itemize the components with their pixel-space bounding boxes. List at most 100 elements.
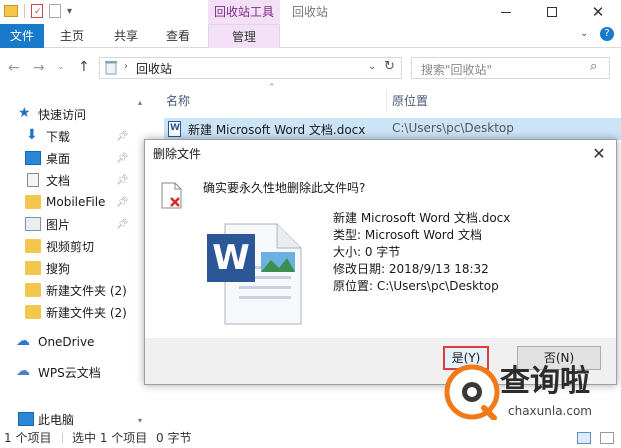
column-divider[interactable]	[386, 90, 387, 112]
customize-toolbar-icon[interactable]: ▾	[67, 6, 72, 17]
document-icon	[27, 173, 39, 187]
sidebar-item-label: 文档	[46, 173, 71, 188]
sidebar-item-label: 快速访问	[38, 107, 87, 122]
svg-text:W: W	[212, 238, 250, 278]
search-input[interactable]: 搜索"回收站" ⌕	[411, 57, 610, 79]
star-icon: ★	[18, 105, 31, 121]
toolbar-divider	[24, 4, 25, 18]
tab-share[interactable]: 共享	[106, 24, 146, 48]
word-document-large-icon: W	[205, 216, 303, 326]
sidebar-item-onedrive[interactable]: ☁ OneDrive	[0, 331, 146, 353]
sidebar-item-this-pc[interactable]: 此电脑	[0, 408, 146, 430]
dialog-question: 确实要永久性地删除此文件吗?	[203, 181, 366, 195]
picture-icon	[25, 217, 41, 231]
table-row[interactable]: W 新建 Microsoft Word 文档.docx C:\Users\pc\…	[164, 118, 621, 140]
chevron-right-icon: ›	[124, 61, 128, 72]
sidebar-item-desktop[interactable]: 桌面 📌︎	[0, 147, 146, 169]
tab-view[interactable]: 查看	[158, 24, 198, 48]
window-title: 回收站	[292, 5, 329, 19]
expand-ribbon-icon[interactable]: ⌄	[580, 28, 588, 39]
sidebar-item-quick-access[interactable]: ★ 快速访问	[0, 103, 146, 125]
forward-icon[interactable]: →	[33, 60, 45, 76]
up-icon[interactable]: ↑	[78, 59, 90, 75]
recent-locations-icon[interactable]: ⌄	[57, 62, 65, 72]
search-icon[interactable]: ⌕	[590, 59, 597, 74]
sidebar-item-label: 下载	[46, 129, 71, 144]
address-bar[interactable]: › 回收站 ⌄ ↻	[99, 57, 402, 79]
quick-access-toolbar: ✓ ▾	[4, 4, 72, 18]
properties-icon[interactable]: ✓	[31, 4, 43, 18]
dialog-file-modified: 修改日期: 2018/9/13 18:32	[333, 262, 489, 276]
sidebar-item-label: 新建文件夹 (2)	[46, 305, 127, 320]
scroll-up-icon[interactable]: ▴	[138, 98, 142, 107]
watermark-logo-icon	[444, 364, 500, 421]
dialog-close-button[interactable]: ✕	[586, 140, 612, 168]
wps-cloud-icon: ☁	[16, 363, 30, 379]
sidebar-item-label: 图片	[46, 217, 71, 232]
back-icon[interactable]: ←	[8, 60, 20, 76]
address-path: 回收站	[136, 62, 173, 76]
watermark: 查询啦 chaxunla.com	[436, 360, 616, 440]
sidebar-item-label: MobileFile	[46, 195, 106, 209]
tab-home[interactable]: 主页	[52, 24, 92, 48]
dialog-file-name: 新建 Microsoft Word 文档.docx	[333, 211, 511, 225]
sort-indicator-icon: ⌃	[268, 83, 276, 93]
status-item-count: 1 个项目	[4, 431, 52, 445]
computer-icon	[18, 412, 34, 426]
tab-file[interactable]: 文件	[0, 24, 44, 48]
navigation-pane: ★ 快速访问 ⬇ 下载 📌︎ 桌面 📌︎ 文档 📌︎ MobileFile 📌︎…	[0, 98, 146, 428]
dialog-file-origin: 原位置: C:\Users\pc\Desktop	[333, 279, 499, 293]
new-folder-icon[interactable]	[49, 4, 61, 18]
column-header-location[interactable]: 原位置	[392, 90, 428, 112]
sidebar-item-video-clip[interactable]: 视频剪切	[0, 235, 146, 257]
folder-icon	[25, 283, 41, 297]
pin-icon: 📌︎	[116, 152, 129, 164]
explorer-icon	[4, 5, 18, 17]
sidebar-item-downloads[interactable]: ⬇ 下载 📌︎	[0, 125, 146, 147]
sidebar-item-wps-cloud[interactable]: ☁ WPS云文档	[0, 361, 146, 383]
close-icon: ✕	[592, 144, 606, 163]
cloud-icon: ☁	[16, 333, 30, 349]
close-window-button[interactable]: ✕	[575, 0, 621, 24]
recycle-bin-icon	[104, 59, 118, 75]
refresh-icon[interactable]: ↻	[384, 59, 395, 74]
sidebar-item-label: 桌面	[46, 151, 71, 166]
download-icon: ⬇	[26, 127, 38, 143]
sidebar-item-label: OneDrive	[38, 335, 95, 349]
sidebar-item-mobilefile[interactable]: MobileFile 📌︎	[0, 191, 146, 213]
delete-file-dialog: 删除文件 ✕ 确实要永久性地删除此文件吗? W 新建 Microsoft Wor…	[144, 139, 617, 385]
minimize-button[interactable]	[483, 0, 529, 24]
folder-icon	[25, 195, 41, 209]
delete-warning-icon	[161, 182, 183, 210]
tab-manage[interactable]: 管理	[208, 24, 280, 48]
file-name: 新建 Microsoft Word 文档.docx	[188, 123, 366, 137]
column-header-name[interactable]: 名称	[166, 90, 190, 112]
sidebar-item-label: 新建文件夹 (2)	[46, 283, 127, 298]
sidebar-item-documents[interactable]: 文档 📌︎	[0, 169, 146, 191]
close-icon: ✕	[591, 3, 605, 21]
sidebar-item-sogou[interactable]: 搜狗	[0, 257, 146, 279]
sidebar-item-new-folder-1[interactable]: 新建文件夹 (2)	[0, 279, 146, 301]
sidebar-item-pictures[interactable]: 图片 📌︎	[0, 213, 146, 235]
dialog-body: 确实要永久性地删除此文件吗? W 新建 Microsoft Word 文档.do…	[145, 168, 616, 358]
sidebar-item-label: WPS云文档	[38, 365, 101, 380]
status-selected: 选中 1 个项目	[72, 431, 148, 445]
sidebar-item-new-folder-2[interactable]: 新建文件夹 (2)	[0, 301, 146, 323]
sidebar-item-label: 此电脑	[38, 412, 75, 427]
dialog-file-size: 大小: 0 字节	[333, 245, 401, 259]
word-file-icon: W	[168, 121, 181, 137]
scroll-down-icon[interactable]: ▾	[138, 416, 142, 425]
maximize-icon	[547, 7, 557, 17]
pin-icon: 📌︎	[116, 130, 129, 142]
dialog-title: 删除文件	[153, 147, 202, 161]
dialog-file-type: 类型: Microsoft Word 文档	[333, 228, 482, 242]
file-location: C:\Users\pc\Desktop	[392, 121, 514, 135]
help-icon[interactable]: ?	[600, 27, 614, 41]
watermark-url: chaxunla.com	[508, 404, 592, 418]
folder-icon	[25, 305, 41, 319]
explorer-window: ✓ ▾ 回收站工具 回收站 ✕ 文件 主页 共享 查看 管理 ⌄ ? ← → ⌄…	[0, 0, 621, 448]
address-dropdown-icon[interactable]: ⌄	[368, 61, 376, 72]
maximize-button[interactable]	[529, 0, 575, 24]
context-tab-label: 回收站工具	[208, 0, 280, 24]
search-placeholder: 搜索"回收站"	[421, 63, 493, 77]
